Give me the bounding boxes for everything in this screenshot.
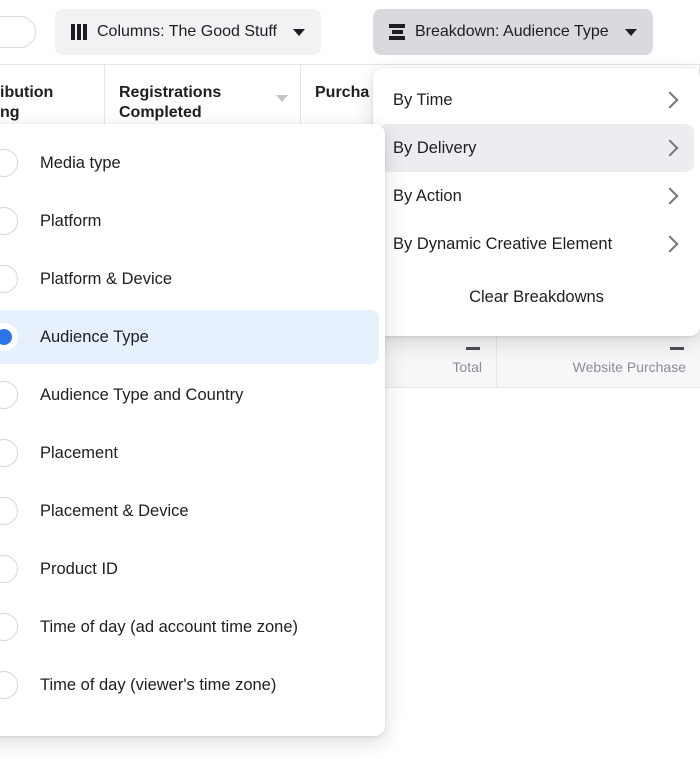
radio-option-label: Time of day (ad account time zone): [40, 617, 299, 636]
radio-icon[interactable]: [0, 613, 18, 641]
view-toggle[interactable]: [0, 16, 36, 48]
radio-option-audience-type-and-country[interactable]: Audience Type and Country: [0, 368, 379, 422]
radio-icon[interactable]: [0, 381, 18, 409]
chevron-right-icon: [661, 187, 679, 205]
menu-item-label: By Time: [393, 90, 453, 109]
radio-option-label: Product ID: [40, 559, 118, 578]
radio-icon[interactable]: [0, 149, 18, 177]
radio-icon[interactable]: [0, 265, 18, 293]
radio-icon[interactable]: [0, 439, 18, 467]
columns-button-label: Columns: The Good Stuff: [97, 23, 277, 40]
radio-icon-selected[interactable]: [0, 323, 18, 351]
menu-item-by-delivery[interactable]: By Delivery: [379, 124, 694, 172]
columns-button[interactable]: Columns: The Good Stuff: [55, 9, 321, 55]
radio-option-platform-and-device[interactable]: Platform & Device: [0, 252, 379, 306]
menu-item-label: By Action: [393, 186, 462, 205]
radio-option-time-of-day-viewer[interactable]: Time of day (viewer's time zone): [0, 658, 379, 712]
radio-option-placement[interactable]: Placement: [0, 426, 379, 480]
breakdown-button-label: Breakdown: Audience Type: [415, 23, 609, 40]
sort-descending-icon[interactable]: [276, 95, 288, 102]
columns-icon: [71, 24, 87, 40]
chevron-right-icon: [661, 139, 679, 157]
radio-icon[interactable]: [0, 207, 18, 235]
radio-option-label: Placement & Device: [40, 501, 189, 520]
radio-option-media-type[interactable]: Media type: [0, 136, 379, 190]
chevron-right-icon: [661, 91, 679, 109]
menu-item-by-time[interactable]: By Time: [379, 76, 694, 124]
radio-option-audience-type[interactable]: Audience Type: [0, 310, 379, 364]
empty-value-dash-icon: [466, 347, 480, 350]
column-header-line2: ng: [0, 104, 20, 122]
chevron-down-icon: [624, 28, 637, 36]
radio-option-label: Audience Type and Country: [40, 385, 244, 404]
by-delivery-submenu: Media type Platform Platform & Device Au…: [0, 124, 385, 736]
ads-manager-breakdown-screen: ibution ng Registrations Completed Purch…: [0, 0, 700, 759]
menu-item-by-action[interactable]: By Action: [379, 172, 694, 220]
empty-value-dash-icon: [670, 347, 684, 350]
radio-icon[interactable]: [0, 555, 18, 583]
table-toolbar: Columns: The Good Stuff Breakdown: Audie…: [0, 0, 700, 64]
menu-item-label: By Delivery: [393, 138, 477, 157]
radio-option-label: Placement: [40, 443, 118, 462]
radio-option-label: Audience Type: [40, 327, 149, 346]
column-header-registrations-completed[interactable]: Registrations Completed: [105, 65, 301, 131]
radio-option-label: Media type: [40, 153, 121, 172]
column-header-label: Purcha: [315, 84, 370, 101]
radio-option-placement-and-device[interactable]: Placement & Device: [0, 484, 379, 538]
clear-breakdowns-button[interactable]: Clear Breakdowns: [379, 272, 694, 322]
menu-item-label: By Dynamic Creative Element: [393, 234, 613, 253]
view-toggle-track[interactable]: [0, 16, 36, 48]
column-header-attribution-setting[interactable]: ibution ng: [0, 65, 105, 131]
metric-label-total: Total: [452, 359, 482, 375]
chevron-right-icon: [661, 235, 679, 253]
breakdown-dropdown-menu: By Time By Delivery By Action By Dynamic…: [373, 68, 700, 336]
chevron-down-icon: [292, 28, 305, 36]
breakdown-button[interactable]: Breakdown: Audience Type: [373, 9, 653, 55]
radio-option-platform[interactable]: Platform: [0, 194, 379, 248]
metric-label-website-purchase: Website Purchase: [572, 359, 686, 375]
breakdown-icon: [389, 24, 405, 40]
radio-option-product-id[interactable]: Product ID: [0, 542, 379, 596]
column-header-line1: ibution: [0, 84, 54, 101]
radio-option-time-of-day-ad-account[interactable]: Time of day (ad account time zone): [0, 600, 379, 654]
radio-option-label: Platform & Device: [40, 269, 173, 288]
radio-icon[interactable]: [0, 671, 18, 699]
radio-option-label: Platform: [40, 211, 102, 230]
radio-option-label: Time of day (viewer's time zone): [40, 675, 277, 694]
radio-icon[interactable]: [0, 497, 18, 525]
menu-item-by-dynamic-creative-element[interactable]: By Dynamic Creative Element: [379, 220, 694, 268]
clear-breakdowns-label: Clear Breakdowns: [469, 287, 604, 306]
column-header-label: Registrations Completed: [119, 84, 222, 122]
